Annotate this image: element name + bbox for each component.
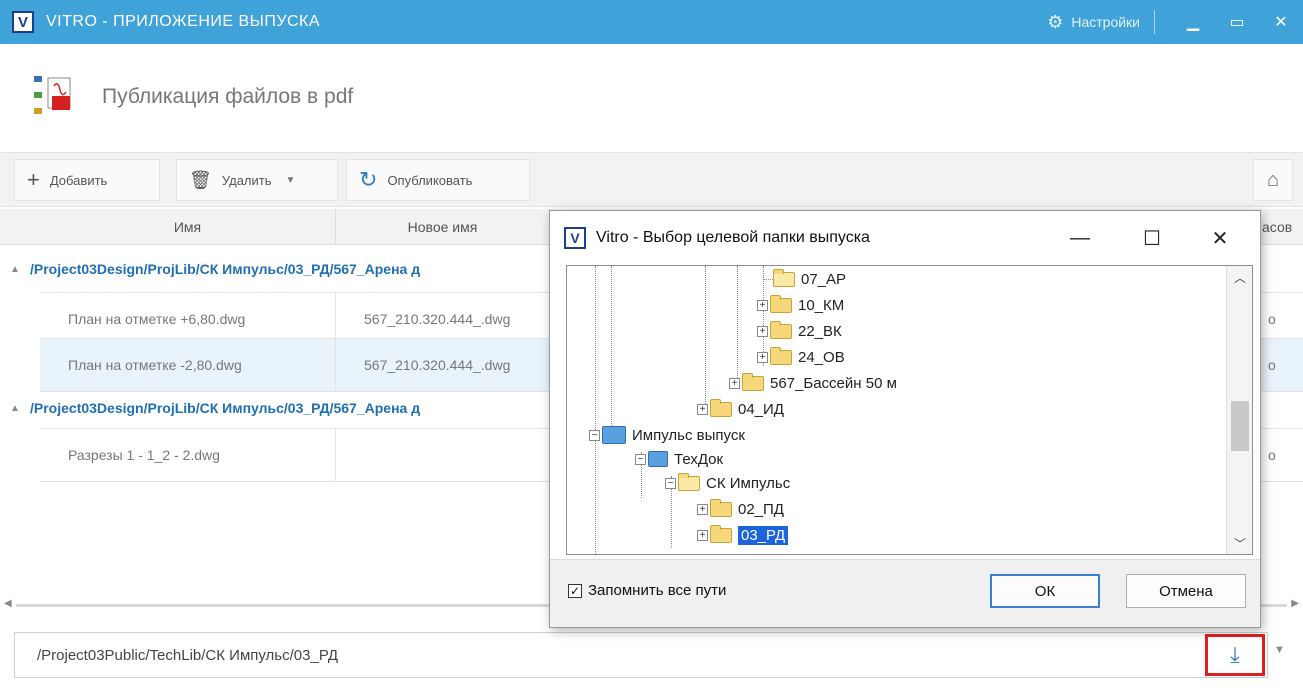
- folder-icon: [773, 268, 795, 287]
- expand-icon[interactable]: +: [757, 351, 768, 363]
- folder-icon: [770, 346, 792, 365]
- tree-node-10-km[interactable]: + 10_КМ: [757, 294, 844, 316]
- trash-icon: 🗑: [189, 169, 212, 190]
- tree-node-22-vk[interactable]: + 22_ВК: [757, 320, 842, 342]
- expand-icon[interactable]: +: [729, 377, 740, 389]
- tree-node-07-ar[interactable]: 07_АР: [773, 268, 846, 290]
- add-label: Добавить: [49, 172, 108, 188]
- dialog-maximize-button[interactable]: ☐: [1132, 219, 1172, 257]
- plus-icon: +: [27, 167, 40, 192]
- collapse-icon[interactable]: −: [589, 429, 600, 441]
- folder-icon: [678, 472, 700, 491]
- expand-icon[interactable]: +: [697, 403, 708, 415]
- library-icon: [648, 451, 668, 467]
- publish-button[interactable]: ↻ Опубликовать: [346, 159, 530, 201]
- publish-label: Опубликовать: [387, 172, 473, 188]
- pdf-publish-icon: [30, 72, 80, 122]
- folder-icon: [710, 498, 732, 517]
- expand-icon[interactable]: +: [697, 503, 708, 515]
- ok-button[interactable]: ОК: [990, 574, 1100, 608]
- cell-extra: о: [1268, 357, 1276, 373]
- select-target-folder-button[interactable]: ⤓: [1205, 634, 1265, 676]
- cancel-button[interactable]: Отмена: [1126, 574, 1246, 608]
- dialog-minimize-button[interactable]: —: [1060, 219, 1100, 257]
- chevron-down-icon[interactable]: ▼: [1274, 644, 1285, 656]
- page-title: Публикация файлов в pdf: [102, 85, 354, 108]
- titlebar-separator: [1154, 10, 1155, 34]
- column-header-extra[interactable]: асов: [1262, 209, 1303, 245]
- group-path: /Project03Design/ProjLib/СК Импульс/03_Р…: [30, 400, 421, 416]
- collapse-arrow-icon[interactable]: ▲: [0, 403, 30, 414]
- tree-node-24-ov[interactable]: + 24_ОВ: [757, 346, 845, 368]
- settings-button[interactable]: ⚙ Настройки: [1047, 12, 1140, 33]
- scroll-thumb[interactable]: [1231, 401, 1249, 451]
- folder-icon: [742, 372, 764, 391]
- tree-node-impulse-release[interactable]: − Импульс выпуск: [589, 424, 745, 446]
- tree-vertical-scrollbar[interactable]: ︿ ﹀: [1226, 266, 1252, 554]
- collapse-icon[interactable]: −: [635, 453, 646, 465]
- group-path: /Project03Design/ProjLib/СК Импульс/03_Р…: [30, 261, 421, 277]
- dialog-titlebar: V Vitro - Выбор целевой папки выпуска — …: [550, 211, 1260, 265]
- page-header: Публикация файлов в pdf: [30, 72, 353, 122]
- cell-name: План на отметке -2,80.dwg: [40, 339, 336, 391]
- tree-node-03-rd[interactable]: + 03_РД: [697, 524, 789, 546]
- gear-icon: ⚙: [1047, 11, 1064, 32]
- scroll-left-icon[interactable]: ◀: [4, 598, 12, 609]
- checkbox-checked-icon[interactable]: ✓: [568, 583, 582, 598]
- scroll-down-icon[interactable]: ﹀: [1227, 532, 1252, 554]
- folder-icon: [710, 524, 732, 543]
- column-header-new-name[interactable]: Новое имя: [336, 209, 550, 245]
- delete-button[interactable]: 🗑 Удалить ▼: [176, 159, 338, 201]
- download-arrow-icon: ⤓: [1230, 642, 1240, 667]
- cell-name: Разрезы 1 - 1_2 - 2.dwg: [40, 429, 336, 481]
- chevron-down-icon[interactable]: ▼: [286, 175, 296, 186]
- target-path-field[interactable]: /Project03Public/TechLib/СК Импульс/03_Р…: [14, 632, 1268, 678]
- app-title: VITRO - ПРИЛОЖЕНИЕ ВЫПУСКА: [46, 13, 321, 30]
- tree-node-techdoc[interactable]: − ТехДок: [635, 448, 723, 470]
- home-button[interactable]: ⌂: [1253, 159, 1293, 201]
- scroll-up-icon[interactable]: ︿: [1227, 266, 1252, 288]
- expand-icon[interactable]: +: [757, 325, 768, 337]
- cell-new-name: [336, 429, 550, 481]
- vitro-logo-icon: V: [12, 11, 34, 33]
- cell-new-name: 567_210.320.444_.dwg: [336, 339, 550, 391]
- collapse-icon[interactable]: −: [665, 477, 676, 489]
- column-header-name[interactable]: Имя: [40, 209, 336, 245]
- maximize-button[interactable]: ▭: [1215, 0, 1259, 44]
- home-icon: ⌂: [1266, 168, 1280, 191]
- folder-icon: [710, 398, 732, 417]
- tree-node-567-pool[interactable]: + 567_Бассейн 50 м: [729, 372, 897, 394]
- toolbar: + Добавить 🗑 Удалить ▼ ↻ Опубликовать ⌂: [0, 152, 1303, 207]
- scroll-right-icon[interactable]: ▶: [1291, 598, 1299, 609]
- expand-icon[interactable]: +: [757, 299, 768, 311]
- folder-tree[interactable]: 07_АР + 10_КМ + 22_ВК + 24_ОВ + 567_Басс…: [566, 265, 1253, 555]
- collapse-arrow-icon[interactable]: ▲: [0, 264, 30, 275]
- close-button[interactable]: ✕: [1259, 0, 1303, 44]
- tree-node-sk-impulse[interactable]: − СК Импульс: [665, 472, 790, 494]
- refresh-icon: ↻: [359, 167, 378, 192]
- dialog-title: Vitro - Выбор целевой папки выпуска: [596, 229, 870, 246]
- folder-icon: [770, 294, 792, 313]
- minimize-button[interactable]: ▁: [1171, 0, 1215, 44]
- vitro-logo-icon: V: [564, 227, 586, 249]
- remember-paths-checkbox[interactable]: ✓ Запомнить все пути: [568, 582, 726, 599]
- app-titlebar: V VITRO - ПРИЛОЖЕНИЕ ВЫПУСКА ⚙ Настройки…: [0, 0, 1303, 44]
- expand-icon[interactable]: +: [697, 529, 708, 541]
- select-folder-dialog: V Vitro - Выбор целевой папки выпуска — …: [549, 210, 1261, 628]
- dialog-close-button[interactable]: ✕: [1200, 219, 1240, 257]
- dialog-footer: ✓ Запомнить все пути ОК Отмена: [550, 559, 1260, 627]
- delete-label: Удалить: [221, 172, 272, 188]
- tree-node-04-id[interactable]: + 04_ИД: [697, 398, 784, 420]
- tree-node-02-pd[interactable]: + 02_ПД: [697, 498, 784, 520]
- folder-icon: [770, 320, 792, 339]
- remember-paths-label: Запомнить все пути: [588, 582, 727, 599]
- add-button[interactable]: + Добавить: [14, 159, 160, 201]
- settings-label: Настройки: [1071, 14, 1140, 30]
- library-icon: [602, 426, 626, 444]
- cell-extra: о: [1268, 447, 1276, 463]
